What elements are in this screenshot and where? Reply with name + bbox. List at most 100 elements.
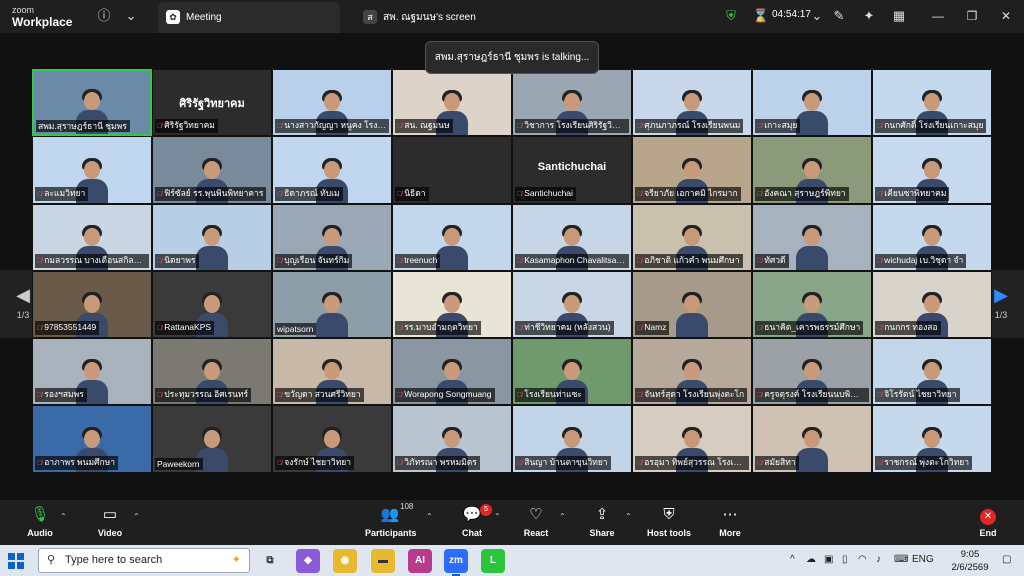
chat-button[interactable]: 💬 5 Chat (458, 504, 492, 542)
participant-tile[interactable]: 🎙̸ รองฯสมพร (32, 338, 152, 406)
chat-badge: 5 (480, 504, 492, 516)
participant-tile[interactable]: 🎙̸ RattanaKPS (152, 270, 272, 339)
participant-tile[interactable]: 🎙̸ จันทร์สุดา โรงเรียนพุ่งตะโก (632, 338, 752, 406)
participant-tile[interactable]: 🎙̸ สินญา บ้านตาขุนวิทยา (512, 405, 632, 473)
participant-tile[interactable]: 🎙̸ ธนาคิต_เคารพธรรม์ศึกษา (752, 270, 872, 339)
audio-button[interactable]: 🎙 Audio (24, 506, 56, 542)
video-button[interactable]: ▭ Video (94, 506, 126, 542)
ai-app-icon[interactable]: AI (408, 549, 432, 573)
participant-tile[interactable]: 🎙̸ กนกศักดิ์ โรงเรียนเกาะสมุย (872, 69, 992, 137)
participant-tile[interactable]: 🎙̸ สน. ณฐมนษ (392, 69, 512, 137)
file-explorer-icon[interactable]: ▬ (371, 549, 395, 573)
participant-tile[interactable]: Paweekorn (152, 405, 272, 473)
copilot-icon[interactable]: ◆ (296, 549, 320, 573)
participant-tile[interactable]: 🎙̸ อภิชาติ แก้วคำ พนมศึกษา (632, 203, 752, 271)
sparkle-icon[interactable]: ✦ (860, 7, 878, 25)
participant-tile[interactable]: 🎙̸ treenuch (392, 203, 512, 271)
more-button[interactable]: ⋯ More (715, 506, 745, 542)
participant-tile[interactable]: 🎙̸ Worapong Songmuang (392, 338, 512, 406)
tab-meeting[interactable]: ✿ Meeting (158, 2, 340, 33)
participant-tile[interactable]: 🎙̸ วิชาการ โรงเรียนศิริรัฐวิทยาคม (512, 69, 632, 137)
tab-screen-share[interactable]: ส สพ. ณฐมนษ's screen (355, 2, 535, 33)
battery-icon[interactable]: ▯ (842, 554, 848, 565)
timer-chevron-icon[interactable]: ⌄ (808, 7, 826, 25)
taskbar-clock[interactable]: 9:05 2/6/2569 (948, 548, 992, 574)
participant-tile[interactable]: 🎙̸ ฟิร์ซัลย์ รร.พุนพินพิทยาคาร (152, 136, 272, 204)
participant-tile[interactable]: 🎙̸ เกาะสมุย (752, 69, 872, 137)
participant-tile[interactable]: 🎙̸ 97853551449 (32, 270, 152, 339)
participants-caret-icon[interactable]: ⌃ (426, 512, 433, 521)
participant-tile[interactable]: 🎙̸ รร.มาบอำมฤตวิทยา (392, 270, 512, 339)
participant-tile[interactable]: 🎙̸ กมลวรรณ บางเดือนสกิลนิวิทยา (32, 203, 152, 271)
react-caret-icon[interactable]: ⌃ (559, 512, 566, 521)
keyboard-icon[interactable]: ⌨ (894, 554, 908, 565)
participant-tile[interactable]: 🎙̸ ทัศวดี (752, 203, 872, 271)
participant-tile[interactable]: 🎙̸ จงรักษ์ ไชยาวิทยา (272, 405, 392, 473)
participant-tile[interactable]: 🎙̸ โรงเรียนท่าแซะ (512, 338, 632, 406)
task-view-icon[interactable]: ⧉ (258, 549, 282, 573)
windows-start-icon[interactable] (8, 553, 24, 569)
meeting-toolbar: 🎙 Audio ⌃ ▭ Video ⌃ 👥 Participants 108 ⌃… (0, 500, 1024, 545)
notification-icon[interactable]: ▢ (1002, 554, 1011, 565)
participant-video (795, 222, 829, 270)
participant-tile[interactable]: สพม.สุราษฎร์ธานี ชุมพร (32, 69, 152, 137)
share-button[interactable]: ⇪ Share (587, 506, 617, 542)
participant-tile[interactable]: 🎙̸ วิภัทรณา พรหมมิตร (392, 405, 512, 473)
end-button[interactable]: ✕ End (974, 506, 1002, 542)
participant-tile[interactable]: 🎙̸ ละแมวิทยา (32, 136, 152, 204)
participant-tile[interactable]: 🎙̸ จรียาภัย เอกาคมิ ไกรมาก (632, 136, 752, 204)
participant-tile[interactable]: 🎙̸ สมัยสิทา (752, 405, 872, 473)
line-app-icon[interactable]: L (481, 549, 505, 573)
participant-tile[interactable]: ศิริรัฐวิทยาคม 🎙̸ ศิริรัฐวิทยาคม (152, 69, 272, 137)
participant-tile[interactable]: 🎙̸ นางสาวกัญญา หนูคง โรงเรียน (272, 69, 392, 137)
language-indicator[interactable]: ENG (912, 554, 934, 565)
participant-tile[interactable]: 🎙̸ Namz (632, 270, 752, 339)
participant-tile[interactable]: 🎙̸ นิธิดา (392, 136, 512, 204)
apps-grid-icon[interactable]: ▦ (890, 7, 908, 25)
participant-tile[interactable]: Santichuchai 🎙̸ Santichuchai (512, 136, 632, 204)
participant-tile[interactable]: 🎙̸ กนกกร ทองสอ (872, 270, 992, 339)
participant-tile[interactable]: 🎙̸ เคียนซาพิทยาคม (872, 136, 992, 204)
participant-tile[interactable]: 🎙̸ ครูจตุรงค์ โรงเรียนนบพิตำวิทยา (752, 338, 872, 406)
minimize-icon[interactable]: — (929, 8, 947, 24)
participant-tile[interactable]: 🎙̸ อรอุมา ทิพย์สุวรรณ โรงเรียน (632, 405, 752, 473)
info-icon[interactable]: ⓘ (95, 7, 113, 25)
participant-tile[interactable]: 🎙̸ Kasamaphon Chavalitsawat (512, 203, 632, 271)
participant-tile[interactable]: 🎙̸ นิตยาพร (152, 203, 272, 271)
participant-tile[interactable]: 🎙̸ ท่าชีวิทยาคม (หลังสวน) (512, 270, 632, 339)
zoom-app-icon[interactable]: zm (444, 549, 468, 576)
tray-app-icon[interactable]: ▣ (824, 554, 833, 565)
chevron-down-icon[interactable]: ⌄ (122, 7, 140, 25)
participant-tile[interactable]: 🎙̸ wichudaj เบ.วิชุดา จำ (872, 203, 992, 271)
restore-icon[interactable]: ❐ (963, 8, 981, 24)
chat-caret-icon[interactable]: ⌃ (494, 512, 501, 521)
participant-tile[interactable]: 🎙̸ จิโรรัตน์ ไชยาวิทยา (872, 338, 992, 406)
audio-caret-icon[interactable]: ⌃ (60, 512, 67, 521)
participants-button[interactable]: 👥 Participants (365, 506, 417, 542)
video-camera-icon: ▭ (102, 506, 118, 523)
participant-tile[interactable]: 🎙̸ บุญเรือน จันทร์กิม (272, 203, 392, 271)
react-button[interactable]: ♡ React (521, 506, 551, 542)
participant-tile[interactable]: 🎙̸ อาภาพร พนมศึกษา (32, 405, 152, 473)
host-tools-button[interactable]: ⛨ Host tools (646, 506, 692, 542)
participant-tile[interactable]: 🎙̸ ประทุมวรรณ อิศเรนทร์ (152, 338, 272, 406)
tray-chevron-icon[interactable]: ^ (790, 554, 795, 565)
cloud-icon[interactable]: ☁ (806, 554, 816, 565)
participant-tile[interactable]: 🎙̸ ราชกรณ์ พุ่งตะโกวิทยา (872, 405, 992, 473)
shield-icon[interactable]: ⛨ (722, 7, 740, 25)
participant-tile[interactable]: 🎙̸ ศุภนภาภรณ์ โรงเรียนพนม (632, 69, 752, 137)
participant-tile[interactable]: 🎙̸ อังคณา สุราษฎร์พิทยา (752, 136, 872, 204)
participant-tile[interactable]: 🎙̸ ขวัญดา สวนศรีวิทยา (272, 338, 392, 406)
wifi-icon[interactable]: ◠ (858, 554, 867, 565)
share-caret-icon[interactable]: ⌃ (625, 512, 632, 521)
participant-tile[interactable]: 🎙̸ ธิดาภรณ์ ทับเม (272, 136, 392, 204)
speaker-icon[interactable]: ♪ (876, 554, 881, 565)
video-caret-icon[interactable]: ⌃ (133, 512, 140, 521)
participant-name: 🎙̸ เกาะสมุย (755, 119, 801, 134)
taskbar-search-box[interactable]: ⚲ Type here to search ✦ (38, 548, 250, 573)
participant-name-text: สินญา บ้านตาขุนวิทยา (524, 456, 608, 467)
pencil-icon[interactable]: ✎ (830, 7, 848, 25)
chrome-icon[interactable]: ◉ (333, 549, 357, 573)
participant-tile[interactable]: wipatsorn (272, 270, 392, 339)
close-icon[interactable]: ✕ (997, 8, 1015, 24)
